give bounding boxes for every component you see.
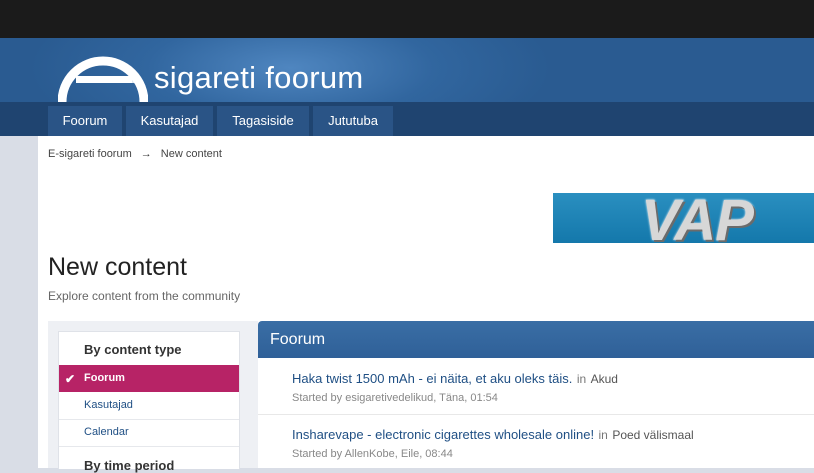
breadcrumb-current: New content xyxy=(160,148,222,160)
check-icon: ✔ xyxy=(65,372,76,386)
breadcrumb-separator: → xyxy=(140,148,152,160)
section-title: Foorum xyxy=(270,331,326,348)
topic-forum-link[interactable]: Akud xyxy=(591,372,618,386)
breadcrumb-home[interactable]: E-sigareti foorum xyxy=(48,148,132,160)
nav-tab-kasutajad[interactable]: Kasutajad xyxy=(126,106,213,136)
ad-banner[interactable]: VAP xyxy=(553,193,814,243)
nav-tab-tagasiside[interactable]: Tagasiside xyxy=(217,106,309,136)
divider xyxy=(59,446,239,447)
topic-title-link[interactable]: Insharevape - electronic cigarettes whol… xyxy=(292,427,594,442)
nav-tab-foorum[interactable]: Foorum xyxy=(48,106,122,136)
filter-item-foorum[interactable]: ✔ Foorum xyxy=(59,365,239,392)
topic-item: Insharevape - electronic cigarettes whol… xyxy=(292,426,694,460)
topic-item: Haka twist 1500 mAh - ei näita, et aku o… xyxy=(292,370,618,404)
banner-logo-text: VAP xyxy=(641,193,754,243)
filter-item-calendar[interactable]: Calendar xyxy=(59,419,239,446)
topic-forum-link[interactable]: Poed välismaal xyxy=(612,428,693,442)
filter-item-label: Kasutajad xyxy=(84,399,133,411)
topic-title-link[interactable]: Haka twist 1500 mAh - ei näita, et aku o… xyxy=(292,371,572,386)
main-nav: Foorum Kasutajad Tagasiside Jututuba xyxy=(0,102,814,136)
topic-in-label: in xyxy=(598,428,608,442)
page-title: New content xyxy=(48,253,187,281)
filter-item-label: Calendar xyxy=(84,426,129,438)
cigarette-logo-icon[interactable] xyxy=(58,46,148,102)
time-period-heading: By time period xyxy=(84,458,175,473)
divider xyxy=(258,414,814,415)
top-bar xyxy=(0,0,814,39)
breadcrumb: E-sigareti foorum → New content xyxy=(48,148,222,160)
filter-item-label: Foorum xyxy=(84,372,125,384)
content-area: E-sigareti foorum → New content VAP New co… xyxy=(38,136,814,473)
content-type-filter: By content type ✔ Foorum Kasutajad Calen… xyxy=(58,331,240,473)
filter-heading: By content type xyxy=(84,342,182,357)
topic-in-label: in xyxy=(576,372,587,386)
site-title[interactable]: sigareti foorum xyxy=(154,60,364,96)
nav-tab-jututuba[interactable]: Jututuba xyxy=(313,106,393,136)
results-section-header: Foorum xyxy=(258,321,814,358)
site-header: sigareti foorum xyxy=(0,38,814,102)
topic-meta: Started by esigaretivedelikud, Täna, 01:… xyxy=(292,392,498,404)
filter-item-kasutajad[interactable]: Kasutajad xyxy=(59,392,239,419)
page-subtitle: Explore content from the community xyxy=(48,289,241,303)
topic-meta: Started by AllenKobe, Eile, 08:44 xyxy=(292,448,453,460)
